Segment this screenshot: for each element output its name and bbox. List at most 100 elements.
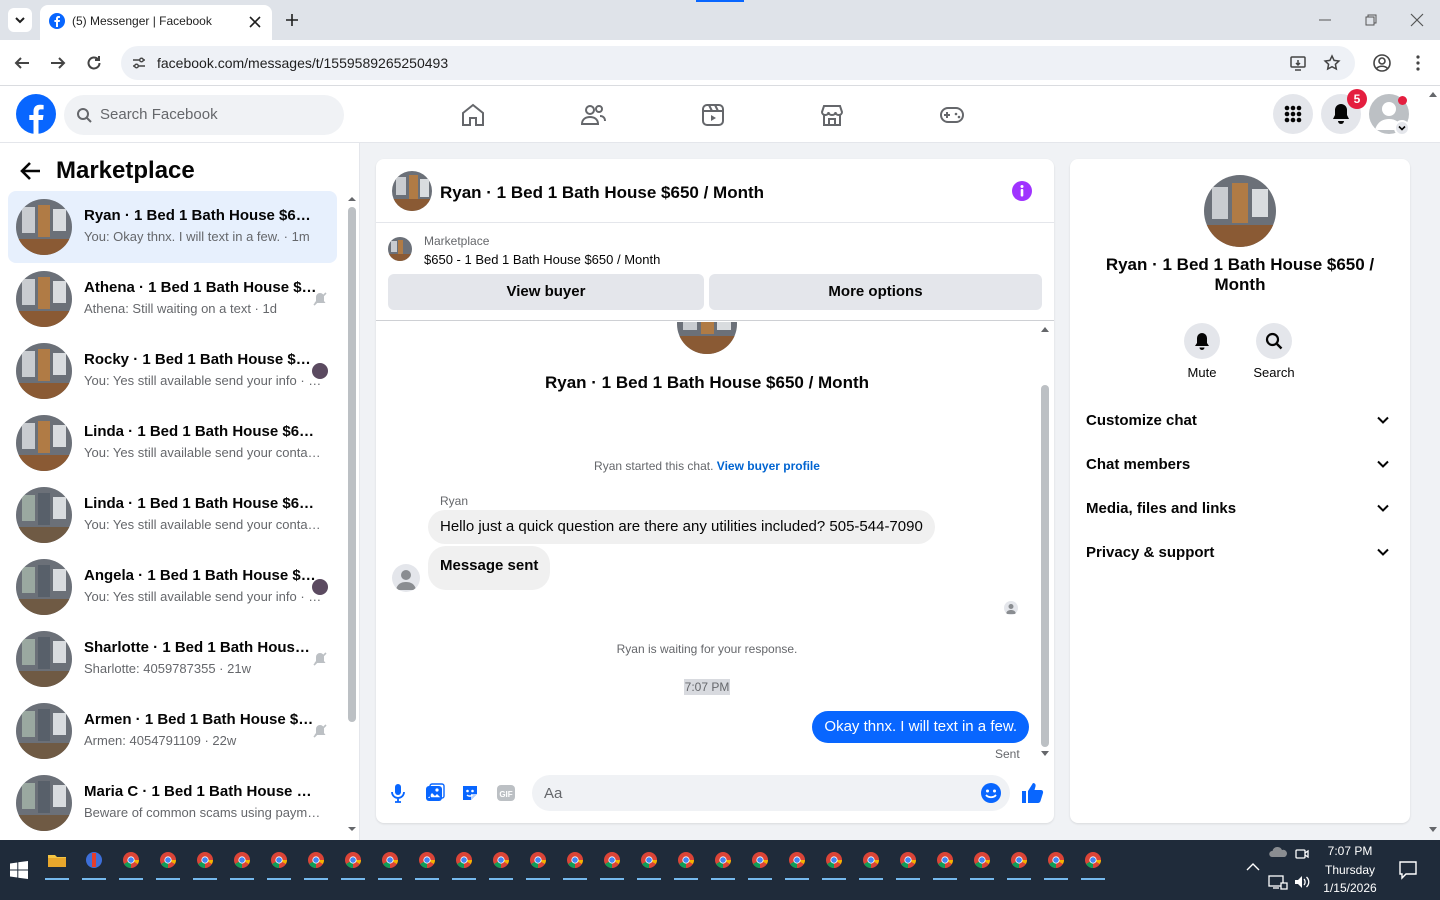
conversation-item[interactable]: Armen · 1 Bed 1 Bath House $650 / Month A… [8,695,337,767]
chrome-taskbar-icon[interactable] [488,847,514,880]
chrome-taskbar-icon[interactable] [266,847,292,880]
photo-attach-icon[interactable] [425,783,445,803]
minimize-icon[interactable] [1318,14,1332,26]
back-icon[interactable] [13,54,31,72]
chrome-taskbar-icon[interactable] [451,847,477,880]
chrome-taskbar-icon[interactable] [1006,847,1032,880]
scroll-down-arrow-icon[interactable] [1040,750,1050,758]
incoming-message-bubble[interactable]: Hello just a quick question are there an… [428,510,935,544]
details-section-row[interactable]: Media, files and links [1086,497,1396,537]
meet-now-icon[interactable] [1294,846,1310,862]
back-arrow-icon[interactable] [20,161,42,181]
browser-menu-icon[interactable] [1414,54,1422,72]
scroll-down-arrow-icon[interactable] [348,825,356,833]
chrome-taskbar-icon[interactable] [932,847,958,880]
video-icon[interactable] [700,102,726,128]
scroll-up-arrow-icon[interactable] [1040,325,1050,333]
chrome-taskbar-icon[interactable] [1043,847,1069,880]
sticker-icon[interactable] [460,783,480,803]
friends-icon[interactable] [580,102,606,128]
close-tab-icon[interactable] [248,15,262,29]
profile-icon[interactable] [1372,53,1392,73]
message-sent-bubble[interactable]: Message sent [428,546,551,590]
chrome-taskbar-icon[interactable] [192,847,218,880]
chrome-taskbar-icon[interactable] [858,847,884,880]
thread-profile-avatar[interactable] [677,322,737,354]
mute-action[interactable]: Mute [1172,323,1232,380]
marketplace-icon[interactable] [819,102,845,128]
conversation-item[interactable]: Athena · 1 Bed 1 Bath House $650 / Month… [8,263,337,335]
reload-icon[interactable] [85,54,103,72]
conversation-item[interactable]: Maria C · 1 Bed 1 Bath House $650 / Mont… [8,767,337,839]
new-tab-icon[interactable] [284,12,300,28]
chat-scrollbar-thumb[interactable] [1041,385,1049,747]
outgoing-message-bubble[interactable]: Okay thnx. I will text in a few. [812,711,1029,743]
restore-icon[interactable] [1364,13,1378,27]
chrome-taskbar-icon[interactable] [784,847,810,880]
file-explorer-taskbar-icon[interactable] [44,847,70,880]
microphone-icon[interactable] [390,783,406,803]
notifications-button[interactable]: 5 [1321,89,1367,134]
chrome-taskbar-icon[interactable] [599,847,625,880]
chrome-taskbar-icon[interactable] [303,847,329,880]
install-app-icon[interactable] [1289,54,1307,72]
account-chevron[interactable] [1394,120,1410,136]
chrome-taskbar-icon[interactable] [340,847,366,880]
chrome-taskbar-icon[interactable] [229,847,255,880]
forward-icon[interactable] [49,54,67,72]
chrome-taskbar-icon[interactable] [821,847,847,880]
chrome-taskbar-icon[interactable] [118,847,144,880]
chrome-taskbar-icon[interactable] [562,847,588,880]
chevron-up-icon[interactable] [1246,862,1260,872]
conversation-item[interactable]: Sharlotte · 1 Bed 1 Bath House $650 / Mo… [8,623,337,695]
conversation-item[interactable]: Ryan · 1 Bed 1 Bath House $650 / Month Yo… [8,191,337,263]
info-icon[interactable] [1012,181,1032,201]
conversation-item[interactable]: Linda · 1 Bed 1 Bath House $650 / Month Y… [8,407,337,479]
search-action[interactable]: Search [1244,323,1304,380]
facebook-logo-icon[interactable] [16,94,56,134]
chrome-taskbar-icon[interactable] [377,847,403,880]
pinned-app-taskbar-icon[interactable] [81,847,107,880]
emoji-icon[interactable] [980,782,1002,804]
network-icon[interactable] [1268,874,1288,890]
gif-icon[interactable]: GIF [496,783,516,803]
address-bar[interactable]: facebook.com/messages/t/1559589265250493 [121,46,1355,80]
site-settings-icon[interactable] [131,55,147,71]
left-scrollbar-thumb[interactable] [348,207,356,722]
scroll-up-arrow-icon[interactable] [348,195,356,203]
menu-button[interactable] [1273,94,1313,134]
chrome-taskbar-icon[interactable] [636,847,662,880]
sender-avatar[interactable] [392,564,420,592]
details-avatar[interactable] [1204,175,1276,247]
clock-time[interactable]: 7:07 PM [1320,844,1380,858]
volume-icon[interactable] [1293,874,1311,890]
conversation-item[interactable]: Angela · 1 Bed 1 Bath House $650 / Month… [8,551,337,623]
chrome-taskbar-icon[interactable] [673,847,699,880]
details-section-row[interactable]: Customize chat [1086,409,1396,449]
details-section-row[interactable]: Chat members [1086,453,1396,493]
more-options-button[interactable]: More options [709,274,1042,310]
chrome-taskbar-icon[interactable] [1080,847,1106,880]
chrome-taskbar-icon[interactable] [895,847,921,880]
search-facebook-input[interactable]: Search Facebook [64,95,344,135]
chrome-taskbar-icon[interactable] [710,847,736,880]
page-scroll-up-icon[interactable] [1428,90,1438,98]
page-scroll-down-icon[interactable] [1428,826,1438,834]
notification-center-icon[interactable] [1398,860,1418,880]
thumbs-up-icon[interactable] [1020,781,1044,805]
bookmark-star-icon[interactable] [1323,54,1341,72]
tab-search-button[interactable] [8,8,32,32]
chat-header-avatar[interactable] [392,171,432,211]
chrome-taskbar-icon[interactable] [747,847,773,880]
listing-title[interactable]: $650 - 1 Bed 1 Bath House $650 / Month [424,252,660,267]
chrome-taskbar-icon[interactable] [525,847,551,880]
conversation-item[interactable]: Linda · 1 Bed 1 Bath House $650 / Month Y… [8,479,337,551]
close-window-icon[interactable] [1410,13,1424,27]
message-input[interactable]: Aa [532,775,1010,811]
browser-tab[interactable]: (5) Messenger | Facebook [40,5,272,40]
conversation-item[interactable]: Rocky · 1 Bed 1 Bath House $650 / Month Y… [8,335,337,407]
windows-start-icon[interactable] [10,861,28,879]
home-icon[interactable] [460,102,486,128]
gaming-icon[interactable] [939,102,965,128]
chrome-taskbar-icon[interactable] [414,847,440,880]
